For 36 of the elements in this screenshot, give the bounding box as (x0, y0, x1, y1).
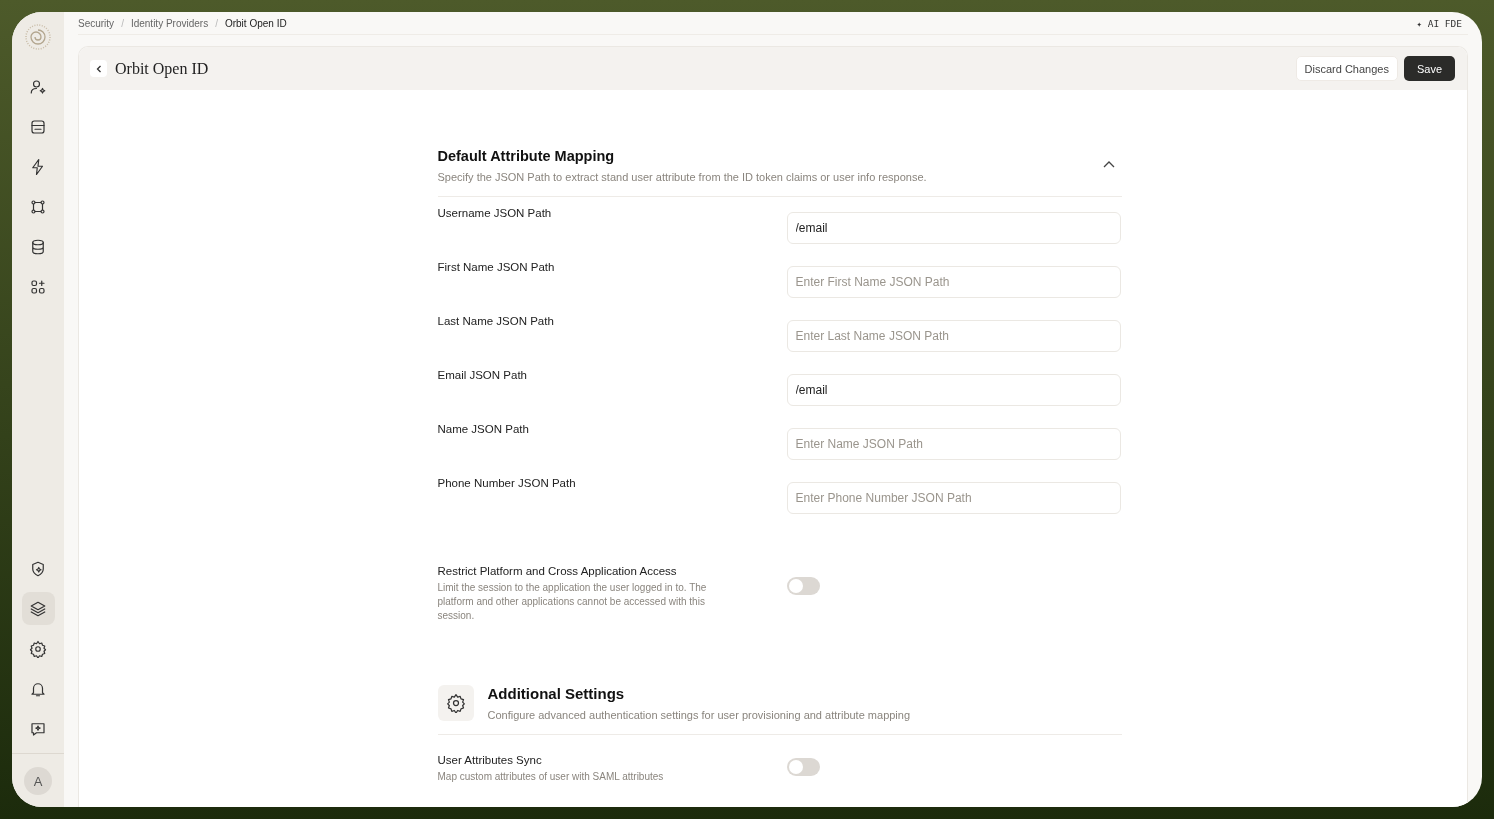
input-field[interactable]: Enter Last Name JSON Path (786, 320, 1121, 352)
breadcrumb-link[interactable]: Security (78, 17, 115, 29)
breadcrumb-link[interactable]: Identity Providers (130, 17, 209, 29)
setting-title: Restrict Platform and Cross Application Access (437, 565, 678, 577)
input-field[interactable]: /email (786, 212, 1121, 244)
toggle-switch[interactable] (786, 577, 820, 595)
breadcrumb-separator: / (121, 17, 124, 29)
field-label: First Name JSON Path (437, 260, 556, 273)
input-field[interactable]: Enter First Name JSON Path (786, 266, 1121, 298)
breadcrumb-link[interactable]: Orbit Open ID (224, 17, 287, 29)
field-label: Username JSON Path (437, 206, 553, 219)
section-title: Default Attribute Mapping (437, 148, 616, 164)
input-field[interactable]: Enter Phone Number JSON Path (786, 482, 1121, 514)
logo-icon (25, 24, 51, 50)
discard-button[interactable]: Discard Changes (1295, 56, 1398, 81)
section-description: Configure advanced authentication settings for user provisioning and attribute mapping (487, 709, 911, 721)
page-title: Orbit Open ID (115, 59, 209, 78)
toggle-switch[interactable] (786, 758, 820, 776)
user-avatar[interactable]: A (24, 767, 52, 795)
setting-description: Limit the session to the application the user logged in to. The platform and other applications cannot be accessed with this session. (437, 581, 708, 623)
back-button[interactable] (90, 60, 107, 77)
settings-icon (437, 685, 474, 721)
field-label: Last Name JSON Path (437, 314, 555, 327)
field-label: Phone Number JSON Path (437, 476, 577, 489)
input-field[interactable]: /email (786, 374, 1121, 406)
breadcrumb-separator: / (215, 17, 218, 29)
setting-title: User Attributes Sync (437, 754, 543, 766)
input-field[interactable]: Enter Name JSON Path (786, 428, 1121, 460)
save-button[interactable]: Save (1403, 56, 1455, 81)
section-description: Specify the JSON Path to extract stand user attribute from the ID token claims or user info response. (437, 171, 928, 183)
section-title: Additional Settings (487, 685, 626, 702)
layers-icon[interactable] (21, 592, 55, 625)
field-label: Email JSON Path (437, 368, 528, 381)
assistant-button[interactable]: ✦ AI FDE (1416, 17, 1468, 29)
field-label: Name JSON Path (437, 422, 530, 435)
setting-description: Map custom attributes of user with SAML attributes (437, 770, 665, 784)
